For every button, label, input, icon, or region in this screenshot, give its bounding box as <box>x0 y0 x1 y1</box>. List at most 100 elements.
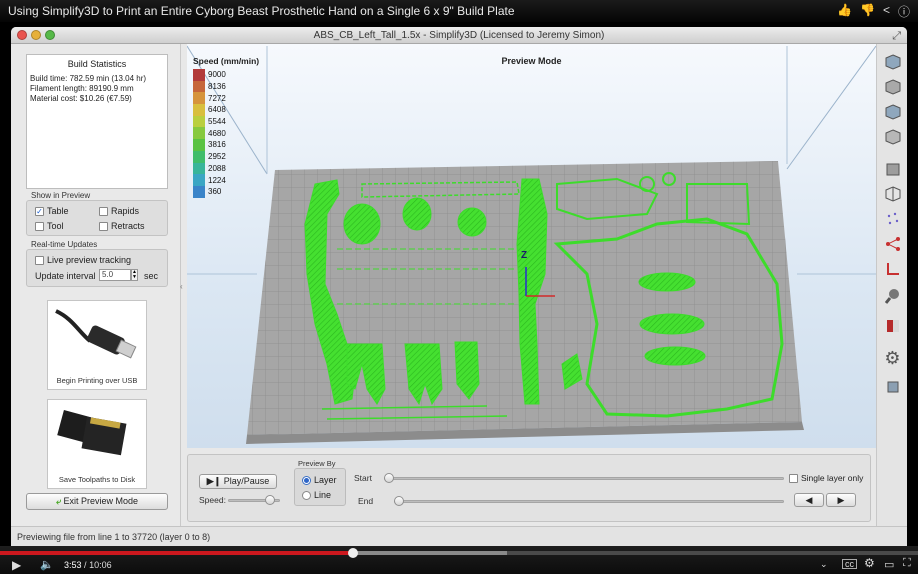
start-label: Start <box>354 473 372 483</box>
thumbs-up-icon[interactable]: 👍 <box>837 3 852 20</box>
tool-checkbox-label: Tool <box>47 221 64 231</box>
speed-slider-knob[interactable] <box>264 495 275 505</box>
sd-caption: Save Toolpaths to Disk <box>58 475 136 484</box>
material-cost: Material cost: $10.26 (€7.59) <box>30 94 132 103</box>
wireframe-view-icon[interactable] <box>883 184 902 203</box>
update-interval-label: Update interval <box>35 271 96 281</box>
axes-icon[interactable] <box>883 259 902 278</box>
view-side-cube-icon[interactable] <box>883 127 902 146</box>
time-separator: / <box>84 560 87 570</box>
share-nodes-icon[interactable] <box>883 234 902 253</box>
realtime-updates-label: Real-time Updates <box>31 240 98 249</box>
zoom-window-button[interactable] <box>45 30 55 40</box>
video-title-bar: Using Simplify3D to Print an Entire Cybo… <box>0 0 918 22</box>
speed-label: Speed: <box>199 495 226 505</box>
magnifier-icon[interactable] <box>883 286 902 305</box>
thumbs-down-icon[interactable]: 👎 <box>860 3 875 20</box>
point-cloud-icon[interactable] <box>883 209 902 228</box>
build-plate <box>246 161 804 444</box>
collapse-panel-icon[interactable]: ‹ <box>180 282 183 291</box>
z-axis-label: Z <box>521 250 528 261</box>
rapids-checkbox-label: Rapids <box>111 206 140 216</box>
tool-checkbox[interactable]: Tool <box>35 221 64 231</box>
preview-by-label: Preview By <box>298 459 336 468</box>
preview-viewport[interactable]: Speed (mm/min) Preview Mode 9000 8136 7272… <box>187 44 876 448</box>
show-in-preview-label: Show in Preview <box>31 191 91 200</box>
right-arrow-icon: ▶ <box>837 495 845 505</box>
left-arrow-icon: ◀ <box>805 495 813 505</box>
video-title[interactable]: Using Simplify3D to Print an Entire Cybo… <box>8 4 515 18</box>
cut-plane-icon[interactable] <box>883 316 902 335</box>
previous-layer-button[interactable]: ◀ <box>794 493 824 507</box>
progress-scrubber[interactable] <box>348 548 359 558</box>
table-checkbox-label: Table <box>47 206 69 216</box>
checkmark-icon: ✓ <box>35 206 44 216</box>
bin-icon[interactable] <box>883 376 902 395</box>
video-controls: ▶ 🔈 3:53 / 10:06 ⌄ cc ⚙ ▭ ⛶ <box>0 546 918 574</box>
play-icon[interactable]: ▶ <box>12 558 21 572</box>
layer-radio[interactable]: Layer <box>302 475 337 485</box>
retracts-checkbox[interactable]: Retracts <box>99 221 145 231</box>
view-front-cube-icon[interactable] <box>883 77 902 96</box>
live-preview-label: Live preview tracking <box>47 255 132 265</box>
rapids-checkbox[interactable]: Rapids <box>99 206 139 216</box>
live-preview-checkbox[interactable]: Live preview tracking <box>35 255 131 265</box>
window-titlebar: ABS_CB_Left_Tall_1.5x - Simplify3D (Lice… <box>11 27 907 44</box>
current-time: 3:53 <box>64 560 82 570</box>
sd-card-icon <box>57 410 127 456</box>
build-time: Build time: 782.59 min (13.04 hr) <box>30 74 147 83</box>
next-layer-button[interactable]: ▶ <box>826 493 856 507</box>
retracts-checkbox-label: Retracts <box>111 221 145 231</box>
solid-view-icon[interactable] <box>883 159 902 178</box>
right-toolbar: ⚙ <box>876 44 907 526</box>
realtime-updates-group: Live preview tracking Update interval 5.… <box>26 249 168 287</box>
status-text: Previewing file from line 1 to 37720 (la… <box>17 532 211 542</box>
theater-mode-icon[interactable]: ▭ <box>884 558 894 571</box>
single-layer-checkbox[interactable]: Single layer only <box>789 473 863 483</box>
status-bar: Previewing file from line 1 to 37720 (la… <box>11 526 907 546</box>
preview-by-group: Layer Line <box>294 468 346 506</box>
filament-length: Filament length: 89190.9 mm <box>30 84 134 93</box>
end-label: End <box>358 496 374 506</box>
layer-radio-label: Layer <box>314 475 337 485</box>
duration: 10:06 <box>89 560 112 570</box>
line-radio[interactable]: Line <box>302 490 331 500</box>
save-toolpaths-tile[interactable]: Save Toolpaths to Disk <box>47 399 147 489</box>
minimize-window-button[interactable] <box>31 30 41 40</box>
start-slider[interactable] <box>384 477 784 480</box>
volume-icon[interactable]: 🔈 <box>40 558 54 571</box>
table-checkbox[interactable]: ✓ Table <box>35 206 69 216</box>
progress-bar <box>0 551 354 555</box>
share-icon[interactable]: < <box>883 3 890 20</box>
window-title: ABS_CB_Left_Tall_1.5x - Simplify3D (Lice… <box>313 30 605 41</box>
exit-preview-button[interactable]: ⤶ Exit Preview Mode <box>26 493 168 510</box>
view-top-cube-icon[interactable] <box>883 102 902 121</box>
fullscreen-video-icon[interactable]: ⛶ <box>903 557 911 570</box>
end-slider-knob[interactable] <box>394 496 404 506</box>
end-slider[interactable] <box>394 500 784 503</box>
play-pause-label: Play/Pause <box>223 476 270 486</box>
begin-printing-usb-tile[interactable]: Begin Printing over USB <box>47 300 147 390</box>
play-pause-button[interactable]: ▶❙ Play/Pause <box>199 474 277 489</box>
info-icon[interactable]: ⓘ <box>898 3 910 20</box>
chevron-down-icon[interactable]: ⌄ <box>820 559 828 570</box>
build-statistics-box: Build Statistics Build time: 782.59 min … <box>26 54 168 189</box>
update-interval-text: Update interval <box>35 271 96 281</box>
build-statistics-title: Build Statistics <box>67 59 127 69</box>
usb-caption: Begin Printing over USB <box>56 376 138 385</box>
captions-icon[interactable]: cc <box>842 559 857 569</box>
simplify3d-window: ABS_CB_Left_Tall_1.5x - Simplify3D (Lice… <box>11 27 907 546</box>
interval-stepper-icon[interactable]: ▲ ▼ <box>131 269 138 281</box>
left-panel: Build Statistics Build time: 782.59 min … <box>11 44 181 526</box>
view-iso-cube-icon[interactable] <box>883 52 902 71</box>
usb-cable-icon <box>55 309 137 359</box>
show-in-preview-group: ✓ Table Rapids Tool Retracts <box>26 200 168 236</box>
start-slider-knob[interactable] <box>384 473 394 483</box>
close-window-button[interactable] <box>17 30 27 40</box>
line-radio-label: Line <box>314 490 332 500</box>
settings-gear-icon[interactable]: ⚙ <box>864 556 875 570</box>
gear-icon[interactable]: ⚙ <box>883 348 902 368</box>
update-interval-input[interactable]: 5.0 <box>99 269 131 281</box>
fullscreen-icon[interactable]: ⤢ <box>892 28 901 45</box>
playback-controls: ▶❙ Play/Pause Speed: Preview By Layer Li… <box>187 454 871 522</box>
